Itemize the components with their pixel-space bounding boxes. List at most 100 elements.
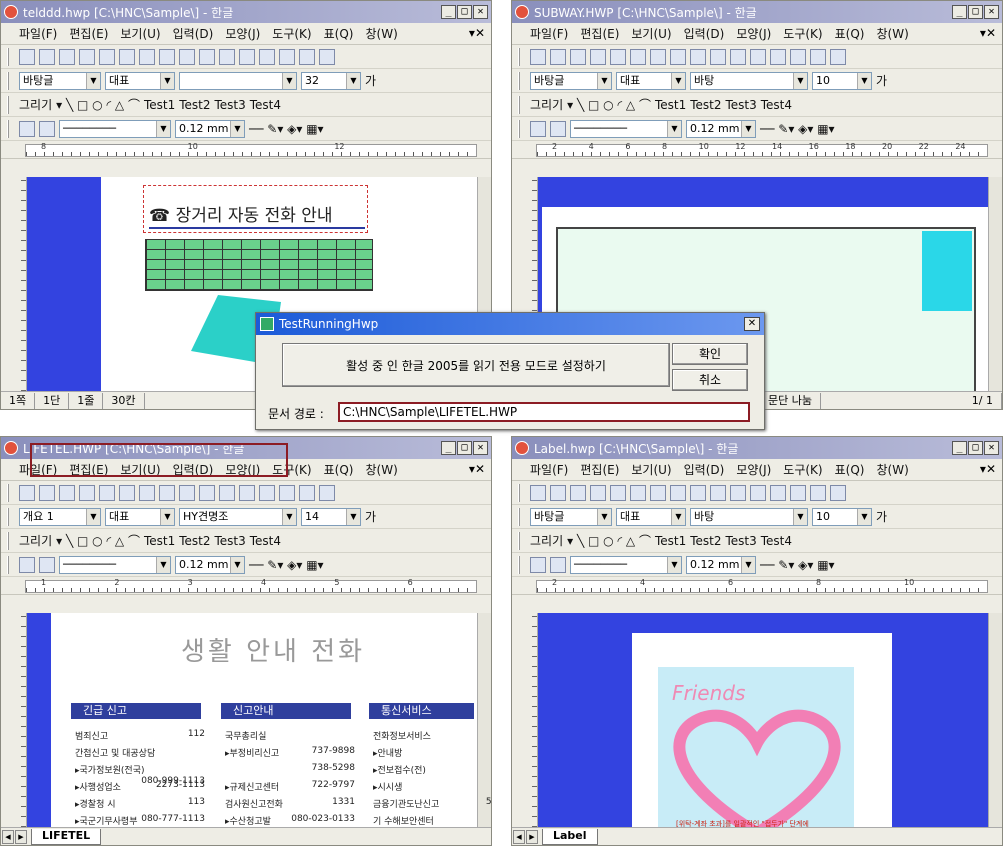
menu-item[interactable]: 표(Q) — [324, 461, 354, 478]
lang-select[interactable]: 대표 ▼ — [616, 507, 686, 526]
menu-item[interactable]: 파일(F) — [19, 25, 57, 42]
cut-icon[interactable] — [199, 484, 215, 501]
preview-icon[interactable] — [630, 484, 646, 501]
char-format-button[interactable]: 가 — [365, 508, 376, 525]
copy-icon[interactable] — [730, 48, 746, 65]
menu-item[interactable]: 모양(J) — [225, 25, 260, 42]
line-shape-icon[interactable]: ▾ ╲ □ ○ ◜ △ ⌒ — [56, 532, 140, 549]
print-icon[interactable] — [610, 484, 626, 501]
list-icon[interactable] — [810, 48, 826, 65]
line-shape-icon[interactable]: ▾ ╲ □ ○ ◜ △ ⌒ — [56, 96, 140, 113]
lang-select[interactable]: 대표 ▼ — [616, 71, 686, 90]
tab-next-icon[interactable]: ▶ — [15, 829, 27, 844]
copy-icon[interactable] — [219, 48, 235, 65]
redo-icon[interactable] — [159, 48, 175, 65]
menu-item[interactable]: 도구(K) — [783, 461, 822, 478]
menu-item[interactable]: 도구(K) — [783, 25, 822, 42]
size-select[interactable]: 32 ▼ — [301, 71, 361, 90]
menu-item[interactable]: 보기(U) — [631, 25, 671, 42]
list-icon[interactable] — [299, 484, 315, 501]
menu-item[interactable]: 표(Q) — [835, 461, 865, 478]
style-select[interactable]: 바탕글 ▼ — [530, 71, 612, 90]
font-select[interactable]: HY견명조 ▼ — [179, 507, 297, 526]
preview-icon[interactable] — [119, 48, 135, 65]
cancel-button[interactable]: 취소 — [672, 369, 748, 391]
cut-icon[interactable] — [199, 48, 215, 65]
horizontal-ruler[interactable]: 1 2 3 4 5 6 — [1, 577, 491, 595]
close-button[interactable]: ✕ — [473, 441, 488, 455]
test-button[interactable]: Test4 — [761, 534, 792, 548]
save-icon[interactable] — [590, 48, 606, 65]
vertical-scrollbar[interactable] — [988, 177, 1002, 391]
draw-menu[interactable]: 그리기 — [19, 96, 52, 113]
minimize-button[interactable]: _ — [952, 5, 967, 19]
style-select[interactable]: 바탕글 ▼ — [530, 507, 612, 526]
pen-icon[interactable] — [530, 556, 546, 573]
brush-icon[interactable] — [550, 556, 566, 573]
menu-item[interactable]: 입력(D) — [173, 25, 214, 42]
folder-icon[interactable] — [59, 484, 75, 501]
readonly-mode-button[interactable]: 활성 중 인 한글 2005를 읽기 전용 모드로 설정하기 — [282, 343, 670, 387]
close-button[interactable]: ✕ — [984, 5, 999, 19]
menu-item[interactable]: 창(W) — [876, 25, 908, 42]
line-color-icon[interactable]: ── ✎▾ ◈▾ ▦▾ — [760, 122, 835, 136]
document-tab[interactable]: Label — [542, 828, 598, 845]
redo-icon[interactable] — [670, 484, 686, 501]
print-icon[interactable] — [99, 48, 115, 65]
menu-item[interactable]: 편집(E) — [69, 25, 108, 42]
maximize-button[interactable]: □ — [457, 5, 472, 19]
pen-icon[interactable] — [19, 556, 35, 573]
document-tab[interactable]: LIFETEL — [31, 828, 102, 845]
line-width-select[interactable]: 0.12 mm ▼ — [175, 119, 245, 138]
redo-icon[interactable] — [159, 484, 175, 501]
test-button[interactable]: Test3 — [214, 98, 245, 112]
list-icon[interactable] — [810, 484, 826, 501]
table-icon[interactable] — [830, 484, 846, 501]
paste-icon[interactable] — [239, 48, 255, 65]
window-titlebar[interactable]: SUBWAY.HWP [C:\HNC\Sample\] - 한글 _ □ ✕ — [512, 1, 1002, 23]
preview-icon[interactable] — [119, 484, 135, 501]
menu-item[interactable]: 입력(D) — [684, 461, 725, 478]
dialog-close-button[interactable]: ✕ — [744, 317, 760, 331]
size-select[interactable]: 10 ▼ — [812, 507, 872, 526]
menu-item[interactable]: 입력(D) — [684, 25, 725, 42]
path-input[interactable]: C:\HNC\Sample\LIFETEL.HWP — [338, 402, 750, 422]
line-width-select[interactable]: 0.12 mm ▼ — [175, 555, 245, 574]
menu-item[interactable]: 보기(U) — [631, 461, 671, 478]
line-width-select[interactable]: 0.12 mm ▼ — [686, 555, 756, 574]
lang-select[interactable]: 대표 ▼ — [105, 71, 175, 90]
line-color-icon[interactable]: ── ✎▾ ◈▾ ▦▾ — [249, 558, 324, 572]
test-button[interactable]: Test1 — [144, 98, 175, 112]
new-icon[interactable] — [19, 48, 35, 65]
brush-icon[interactable] — [550, 120, 566, 137]
close-button[interactable]: ✕ — [984, 441, 999, 455]
char-format-button[interactable]: 가 — [365, 72, 376, 89]
line-style-select[interactable]: ──────── ▼ — [59, 119, 171, 138]
table-icon[interactable] — [319, 484, 335, 501]
line-style-select[interactable]: ──────── ▼ — [59, 555, 171, 574]
test-button[interactable]: Test1 — [655, 98, 686, 112]
size-select[interactable]: 10 ▼ — [812, 71, 872, 90]
maximize-button[interactable]: □ — [968, 441, 983, 455]
menu-close-icon[interactable]: ▾✕ — [469, 26, 485, 40]
find-icon[interactable] — [690, 48, 706, 65]
line-shape-icon[interactable]: ▾ ╲ □ ○ ◜ △ ⌒ — [567, 96, 651, 113]
save-icon[interactable] — [79, 484, 95, 501]
test-button[interactable]: Test3 — [725, 534, 756, 548]
menu-item[interactable]: 편집(E) — [580, 25, 619, 42]
style-icon[interactable] — [790, 484, 806, 501]
cut-icon[interactable] — [710, 484, 726, 501]
maximize-button[interactable]: □ — [968, 5, 983, 19]
find-icon[interactable] — [179, 48, 195, 65]
undo-icon[interactable] — [139, 48, 155, 65]
open-icon[interactable] — [550, 484, 566, 501]
font-select[interactable]: 바탕 ▼ — [690, 71, 808, 90]
format-icon[interactable] — [770, 484, 786, 501]
document-area[interactable]: 생활 안내 전화 긴급 신고 신고안내 통신서비스 범죄신고 112 간첩신고 및 … — [1, 613, 491, 844]
window-titlebar[interactable]: Label.hwp [C:\HNC\Sample\] - 한글 _ □ ✕ — [512, 437, 1002, 459]
tab-prev-icon[interactable]: ◀ — [2, 829, 14, 844]
style-icon[interactable] — [790, 48, 806, 65]
pen-icon[interactable] — [19, 120, 35, 137]
open-icon[interactable] — [39, 48, 55, 65]
tab-next-icon[interactable]: ▶ — [526, 829, 538, 844]
